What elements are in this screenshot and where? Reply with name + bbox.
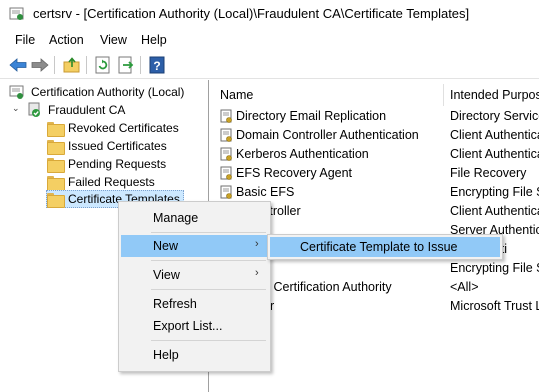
table-row[interactable]: Basic EFS Encrypting File Sy: [211, 183, 539, 202]
menu-item-label: Help: [153, 348, 179, 362]
menu-item-label: New: [153, 239, 179, 253]
template-purpose: Encrypting File Sy: [450, 185, 539, 199]
tree-item-root[interactable]: Certification Authority (Local): [9, 83, 184, 101]
menu-separator: [151, 232, 266, 233]
tree-item-label: Revoked Certificates: [68, 121, 179, 135]
column-header-name[interactable]: Name: [220, 84, 253, 106]
context-menu-item-refresh[interactable]: Refresh: [121, 293, 268, 315]
title-bar: certsrv - [Certification Authority (Loca…: [0, 0, 539, 29]
template-purpose: Client Authentica: [450, 147, 539, 161]
menu-help[interactable]: Help: [141, 33, 167, 47]
tree-item-ca[interactable]: Fraudulent CA: [27, 101, 125, 119]
folder-icon: [47, 157, 65, 173]
toolbar-separator: [86, 56, 87, 74]
template-name: Kerberos Authentication: [236, 147, 369, 161]
forward-arrow-icon[interactable]: [30, 55, 50, 75]
column-header-intended-purpose[interactable]: Intended Purpose: [450, 84, 539, 106]
window-title: certsrv - [Certification Authority (Loca…: [33, 6, 470, 21]
context-menu-item-help[interactable]: Help: [121, 344, 268, 366]
menu-item-label: Refresh: [153, 297, 197, 311]
table-row[interactable]: EFS Recovery Agent File Recovery: [211, 164, 539, 183]
certsrv-app-icon: [9, 7, 24, 20]
tree-item-issued-certificates[interactable]: Issued Certificates: [47, 137, 167, 155]
context-menu-item-export-list[interactable]: Export List...: [121, 315, 268, 337]
folder-icon: [47, 175, 65, 191]
folder-icon: [47, 121, 65, 137]
tree-item-label: Failed Requests: [68, 175, 155, 189]
chevron-right-icon: ›: [255, 267, 259, 279]
help-icon[interactable]: ?: [147, 55, 167, 75]
menu-item-label: Certificate Template to Issue: [300, 240, 458, 254]
certificate-template-icon: [220, 109, 232, 123]
template-purpose: Client Authenticati: [450, 204, 539, 218]
certificate-template-icon: [220, 128, 232, 142]
svg-text:?: ?: [153, 59, 160, 73]
menu-file[interactable]: File: [15, 33, 35, 47]
tree-item-label: Certification Authority (Local): [31, 85, 185, 99]
chevron-right-icon: ›: [255, 238, 259, 250]
back-arrow-icon[interactable]: [8, 55, 28, 75]
template-name: Basic EFS: [236, 185, 295, 199]
tree-item-label: Issued Certificates: [68, 139, 167, 153]
template-name: Directory Email Replication: [236, 109, 387, 123]
up-folder-icon[interactable]: [62, 55, 82, 75]
ca-server-check-icon: [28, 102, 40, 117]
table-row[interactable]: Directory Email Replication Directory Se…: [211, 107, 539, 126]
template-name: EFS Recovery Agent: [236, 166, 353, 180]
menu-view[interactable]: View: [100, 33, 127, 47]
template-purpose: Microsoft Trust L: [450, 299, 539, 313]
refresh-icon[interactable]: [93, 55, 113, 75]
certification-authority-icon: [9, 85, 24, 99]
toolbar-separator: [54, 56, 55, 74]
folder-icon: [47, 192, 65, 208]
template-purpose: <All>: [450, 280, 479, 294]
template-purpose: File Recovery: [450, 166, 527, 180]
column-divider[interactable]: [443, 84, 444, 106]
table-row[interactable]: Kerberos Authentication Client Authentic…: [211, 145, 539, 164]
menu-item-label: Manage: [153, 211, 199, 225]
toolbar: ?: [0, 51, 539, 79]
menu-bar: File Action View Help: [0, 29, 539, 51]
context-menu-item-new[interactable]: New ›: [121, 235, 268, 257]
menu-action[interactable]: Action: [49, 33, 84, 47]
submenu-item-certificate-template-to-issue[interactable]: Certificate Template to Issue: [270, 237, 500, 257]
template-name: Domain Controller Authentication: [236, 128, 419, 142]
menu-item-label: Export List...: [153, 319, 223, 333]
certificate-template-icon: [220, 147, 232, 161]
tree-item-revoked-certificates[interactable]: Revoked Certificates: [47, 119, 179, 137]
certificate-template-icon: [220, 166, 232, 180]
menu-separator: [151, 340, 266, 341]
new-submenu: Certificate Template to Issue: [267, 234, 503, 260]
tree-item-pending-requests[interactable]: Pending Requests: [47, 155, 166, 173]
menu-item-label: View: [153, 268, 180, 282]
toolbar-separator: [140, 56, 141, 74]
context-menu-item-view[interactable]: View ›: [121, 264, 268, 286]
export-list-icon[interactable]: [116, 55, 136, 75]
context-menu: Manage New › View › Refresh Export List.…: [118, 201, 271, 372]
template-purpose: Directory Service: [450, 109, 539, 123]
context-menu-item-manage[interactable]: Manage: [121, 207, 268, 229]
template-purpose: Encrypting File Sy: [450, 261, 539, 275]
tree-item-label: Pending Requests: [68, 157, 167, 171]
table-row[interactable]: Domain Controller Authentication Client …: [211, 126, 539, 145]
folder-icon: [47, 139, 65, 155]
tree-item-failed-requests[interactable]: Failed Requests: [47, 173, 155, 191]
certificate-template-icon: [220, 185, 232, 199]
menu-separator: [151, 289, 266, 290]
chevron-down-icon[interactable]: ⌄: [12, 103, 20, 114]
tree-item-label: Fraudulent CA: [48, 103, 126, 117]
template-purpose: Client Authentica: [450, 128, 539, 142]
menu-separator: [151, 260, 266, 261]
